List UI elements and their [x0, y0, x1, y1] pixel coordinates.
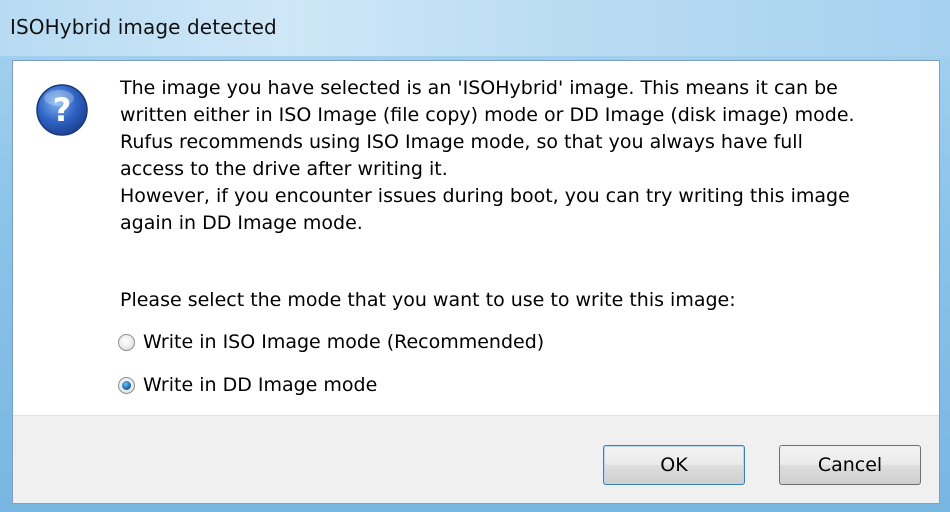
iso-mode-radio[interactable]: [118, 333, 135, 351]
dd-mode-label[interactable]: Write in DD Image mode: [143, 374, 377, 396]
message-line: The image you have selected is an 'ISOHy…: [120, 77, 838, 99]
message-line: access to the drive after writing it.: [120, 158, 448, 180]
cancel-button[interactable]: Cancel: [779, 445, 921, 485]
iso-mode-option[interactable]: Write in ISO Image mode (Recommended): [118, 331, 544, 353]
dialog-content: ? The image you have selected is an 'ISO…: [12, 60, 940, 504]
dialog-title: ISOHybrid image detected: [10, 15, 277, 39]
ok-button[interactable]: OK: [603, 445, 745, 485]
message-line: However, if you encounter issues during …: [120, 185, 850, 207]
dd-mode-option[interactable]: Write in DD Image mode: [118, 374, 377, 396]
iso-mode-label[interactable]: Write in ISO Image mode (Recommended): [143, 331, 544, 353]
message-line: Rufus recommends using ISO Image mode, s…: [120, 131, 803, 153]
message-line: again in DD Image mode.: [120, 212, 363, 234]
dd-mode-radio[interactable]: [118, 376, 135, 394]
message-text: The image you have selected is an 'ISOHy…: [120, 75, 920, 237]
message-line: written either in ISO Image (file copy) …: [120, 104, 855, 126]
svg-text:?: ?: [53, 91, 72, 129]
mode-prompt: Please select the mode that you want to …: [120, 289, 736, 311]
dialog-window: ISOHybrid image detected ? The image you…: [0, 0, 950, 512]
question-icon: ?: [36, 84, 88, 136]
title-bar[interactable]: ISOHybrid image detected: [0, 0, 950, 56]
